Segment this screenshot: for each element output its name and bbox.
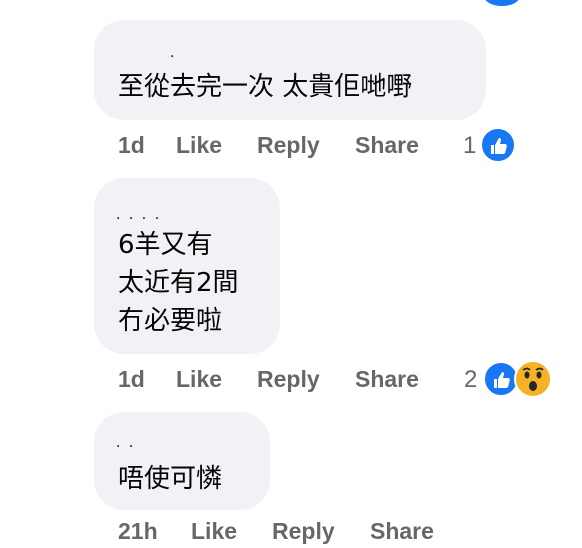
comment-timestamp[interactable]: 21h: [118, 516, 158, 546]
share-button[interactable]: Share: [355, 364, 419, 394]
comments-thread: · 至從去完一次 太貴佢哋嘢 1d Like Reply Share 1 · ·…: [0, 0, 582, 548]
reply-button[interactable]: Reply: [272, 516, 335, 546]
comment-timestamp[interactable]: 1d: [118, 130, 145, 160]
comment-actions: 21h Like Reply Share: [118, 516, 578, 546]
reaction-count[interactable]: 2: [464, 366, 477, 394]
reply-button[interactable]: Reply: [257, 364, 320, 394]
wow-icon[interactable]: [514, 360, 552, 398]
share-button[interactable]: Share: [370, 516, 434, 546]
comment-text: 6羊又有 太近有2間 冇必要啦: [118, 230, 239, 336]
like-button[interactable]: Like: [191, 516, 237, 546]
author-name-redacted[interactable]: · ·: [116, 440, 135, 454]
reaction-count[interactable]: 1: [463, 132, 476, 160]
comment-bubble[interactable]: · 至從去完一次 太貴佢哋嘢: [94, 20, 486, 120]
like-icon: [484, 0, 520, 6]
comment-timestamp[interactable]: 1d: [118, 364, 145, 394]
author-name-redacted[interactable]: · · · ·: [116, 212, 161, 226]
reply-button[interactable]: Reply: [257, 130, 320, 160]
comment-bubble[interactable]: · · 唔使可憐: [94, 412, 270, 510]
share-button[interactable]: Share: [355, 130, 419, 160]
like-button[interactable]: Like: [176, 130, 222, 160]
like-button[interactable]: Like: [176, 364, 222, 394]
like-icon[interactable]: [480, 127, 516, 163]
comment-text: 至從去完一次 太貴佢哋嘢: [118, 72, 413, 102]
comment-text: 唔使可憐: [118, 464, 223, 494]
author-name-redacted[interactable]: ·: [170, 50, 176, 64]
comment-bubble[interactable]: · · · · 6羊又有 太近有2間 冇必要啦: [94, 178, 280, 354]
